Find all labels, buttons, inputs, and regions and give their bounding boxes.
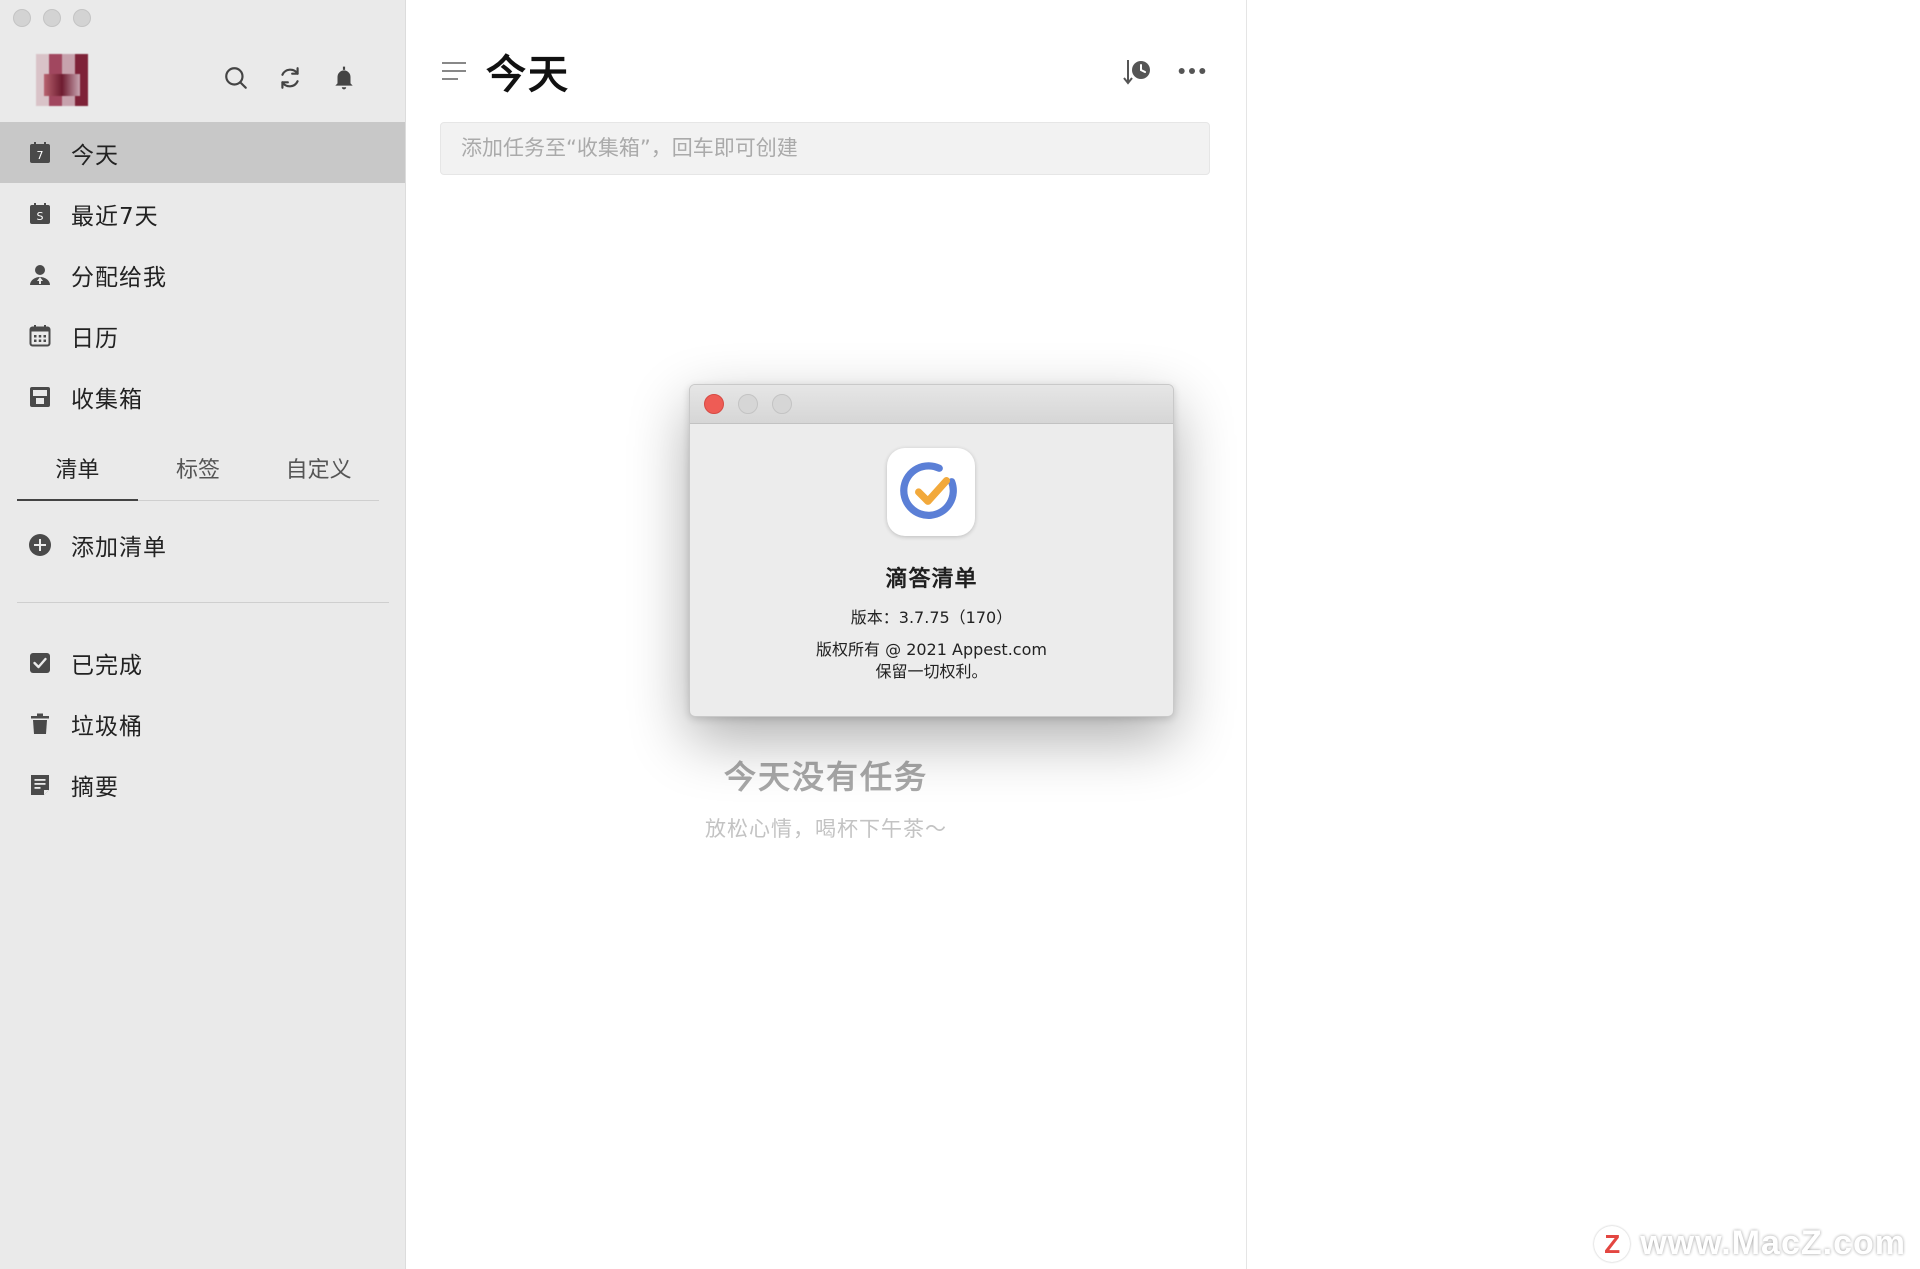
add-list-button[interactable]: 添加清单 [0, 517, 405, 573]
sidebar-item-label: 最近7天 [71, 203, 159, 230]
app-logo-icon [887, 448, 975, 536]
calendar-today-icon: 7 [28, 141, 52, 165]
close-window-button[interactable] [13, 9, 31, 27]
sidebar-item-label: 摘要 [71, 774, 119, 801]
sidebar-item-summary[interactable]: 摘要 [0, 754, 405, 815]
app-copyright: 版权所有 @ 2021 Appest.com 保留一切权利。 [690, 639, 1173, 683]
sidebar-item-label: 已完成 [71, 652, 143, 679]
sidebar-item-label: 今天 [71, 142, 119, 169]
checkbox-icon [28, 651, 52, 675]
sidebar-item-label: 分配给我 [71, 264, 167, 291]
week-icon-letter: S [37, 210, 44, 223]
sidebar-item-label: 日历 [71, 325, 119, 352]
today-icon-number: 7 [37, 149, 44, 162]
page-title: 今天 [486, 52, 570, 98]
dialog-zoom-button [772, 394, 792, 414]
sidebar-item-assigned-to-me[interactable]: 分配给我 [0, 244, 405, 305]
app-version: 版本：3.7.75（170） [850, 608, 1013, 627]
tab-lists[interactable]: 清单 [17, 444, 138, 501]
menu-icon[interactable] [440, 59, 468, 83]
sidebar-item-completed[interactable]: 已完成 [0, 632, 405, 693]
minimize-window-button[interactable] [43, 9, 61, 27]
empty-state-subtitle: 放松心情，喝杯下午茶～ [705, 817, 947, 841]
dialog-minimize-button [738, 394, 758, 414]
rights-line: 保留一切权利。 [875, 662, 988, 681]
copyright-line: 版权所有 @ 2021 Appest.com [816, 640, 1047, 659]
more-options-icon[interactable] [1176, 57, 1208, 85]
about-dialog: 滴答清单 版本：3.7.75（170） 版权所有 @ 2021 Appest.c… [689, 384, 1174, 717]
sidebar-divider [17, 602, 389, 603]
dialog-titlebar [690, 385, 1173, 424]
sidebar-item-next-7-days[interactable]: S 最近7天 [0, 183, 405, 244]
plus-circle-icon [28, 533, 52, 557]
calendar-week-icon: S [28, 202, 52, 226]
avatar[interactable] [36, 54, 88, 106]
empty-state-title: 今天没有任务 [723, 758, 928, 796]
tab-tags[interactable]: 标签 [138, 444, 259, 500]
sidebar-item-calendar[interactable]: 日历 [0, 305, 405, 366]
sidebar-item-today[interactable]: 7 今天 [0, 122, 405, 183]
zoom-window-button[interactable] [73, 9, 91, 27]
sidebar-toolbar [222, 64, 358, 92]
sidebar-tabs: 清单 标签 自定义 [17, 444, 379, 501]
sidebar-item-inbox[interactable]: 收集箱 [0, 366, 405, 427]
summary-icon [28, 773, 52, 797]
watermark-text: www.MacZ.com [1640, 1224, 1906, 1262]
bell-icon[interactable] [330, 64, 358, 92]
tab-custom[interactable]: 自定义 [258, 444, 379, 500]
add-list-label: 添加清单 [71, 535, 167, 561]
app-name: 滴答清单 [885, 567, 978, 592]
sidebar-item-label: 收集箱 [71, 386, 143, 413]
smart-list-nav: 7 今天 S 最近7天 分配给我 日历 收集箱 [0, 122, 405, 427]
sidebar: 7 今天 S 最近7天 分配给我 日历 收集箱 清单 标签 自定义 添加清单 已… [0, 0, 406, 1269]
sync-icon[interactable] [276, 64, 304, 92]
watermark-logo-icon: Z [1594, 1225, 1631, 1262]
inbox-icon [28, 385, 52, 409]
app-window: 7 今天 S 最近7天 分配给我 日历 收集箱 清单 标签 自定义 添加清单 已… [0, 0, 1920, 1269]
dialog-close-button[interactable] [704, 394, 724, 414]
trash-icon [28, 712, 52, 736]
sidebar-item-label: 垃圾桶 [71, 713, 143, 740]
calendar-grid-icon [28, 324, 52, 348]
window-controls [13, 9, 91, 27]
sidebar-item-trash[interactable]: 垃圾桶 [0, 693, 405, 754]
add-task-input[interactable]: 添加任务至“收集箱”，回车即可创建 [440, 122, 1210, 175]
sort-by-time-icon[interactable] [1122, 56, 1154, 88]
search-icon[interactable] [222, 64, 250, 92]
person-icon [28, 263, 52, 287]
watermark: Z www.MacZ.com [1594, 1224, 1906, 1263]
detail-panel [1247, 0, 1920, 1269]
system-list-nav: 已完成 垃圾桶 摘要 [0, 632, 405, 815]
